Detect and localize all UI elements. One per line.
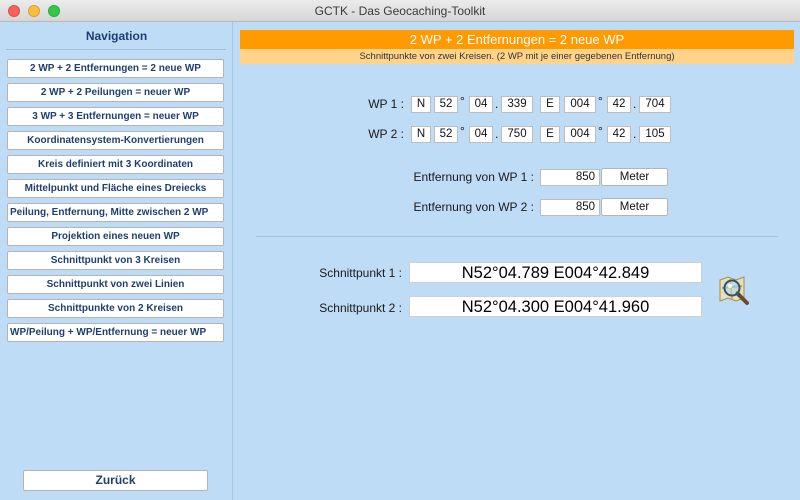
distance2-unit-button[interactable]: Meter	[601, 198, 668, 216]
wp2-label: WP 2 :	[368, 127, 404, 141]
decimal-dot: .	[495, 127, 499, 141]
wp2-ns-field[interactable]: N	[411, 126, 431, 143]
wp1-lat-deg-field[interactable]: 52	[434, 96, 458, 113]
degree-sign: °	[460, 94, 465, 108]
decimal-dot: .	[495, 97, 499, 111]
wp2-lon-dec-field[interactable]: 105	[639, 126, 671, 143]
wp1-ns-field[interactable]: N	[411, 96, 431, 113]
distance1-unit-button[interactable]: Meter	[601, 168, 668, 186]
main-panel: 2 WP + 2 Entfernungen = 2 neue WP Schnit…	[234, 22, 800, 500]
nav-item-peilung-entfernung-mitte[interactable]: Peilung, Entfernung, Mitte zwischen 2 WP	[7, 203, 224, 222]
nav-item-wp-peilung-wp-entfernung[interactable]: WP/Peilung + WP/Entfernung = neuer WP	[7, 323, 224, 342]
back-button[interactable]: Zurück	[23, 470, 208, 491]
tool-subtitle: Schnittpunkte von zwei Kreisen. (2 WP mi…	[240, 49, 794, 64]
navigation-divider	[6, 49, 226, 50]
nav-item-2wp-2-entfernungen[interactable]: 2 WP + 2 Entfernungen = 2 neue WP	[7, 59, 224, 78]
decimal-dot: .	[633, 97, 637, 111]
result1-label: Schnittpunkt 1 :	[319, 266, 402, 280]
navigation-title: Navigation	[85, 29, 148, 43]
nav-item-mittelpunkt-dreieck[interactable]: Mittelpunkt und Fläche eines Dreiecks	[7, 179, 224, 198]
wp1-lat-min-field[interactable]: 04	[469, 96, 493, 113]
distance2-label: Entfernung von WP 2 :	[413, 200, 534, 214]
distance1-field[interactable]: 850	[540, 169, 600, 186]
wp1-lon-deg-field[interactable]: 004	[564, 96, 596, 113]
wp2-lat-dec-field[interactable]: 750	[501, 126, 533, 143]
nav-item-kreis-3-koordinaten[interactable]: Kreis definiert mit 3 Koordinaten	[7, 155, 224, 174]
distance1-label: Entfernung von WP 1 :	[413, 170, 534, 184]
result2-value[interactable]: N52°04.300 E004°41.960	[409, 296, 702, 317]
wp1-lon-dec-field[interactable]: 704	[639, 96, 671, 113]
decimal-dot: .	[633, 127, 637, 141]
tool-title: 2 WP + 2 Entfernungen = 2 neue WP	[240, 30, 794, 49]
section-divider	[256, 236, 778, 237]
degree-sign: °	[460, 124, 465, 138]
degree-sign: °	[598, 94, 603, 108]
wp1-label: WP 1 :	[368, 97, 404, 111]
nav-item-koordinatensystem[interactable]: Koordinatensystem-Konvertierungen	[7, 131, 224, 150]
wp2-lat-min-field[interactable]: 04	[469, 126, 493, 143]
wp1-ew-field[interactable]: E	[540, 96, 560, 113]
nav-item-schnittpunkt-3-kreisen[interactable]: Schnittpunkt von 3 Kreisen	[7, 251, 224, 270]
nav-item-schnittpunkte-2-kreisen[interactable]: Schnittpunkte von 2 Kreisen	[7, 299, 224, 318]
window-title: GCTK - Das Geocaching-Toolkit	[314, 4, 486, 18]
wp1-lat-dec-field[interactable]: 339	[501, 96, 533, 113]
wp1-lon-min-field[interactable]: 42	[607, 96, 631, 113]
wp2-ew-field[interactable]: E	[540, 126, 560, 143]
wp2-lat-deg-field[interactable]: 52	[434, 126, 458, 143]
nav-item-3wp-3-entfernungen[interactable]: 3 WP + 3 Entfernungen = neuer WP	[7, 107, 224, 126]
nav-item-2wp-2-peilungen[interactable]: 2 WP + 2 Peilungen = neuer WP	[7, 83, 224, 102]
result1-value[interactable]: N52°04.789 E004°42.849	[409, 262, 702, 283]
nav-item-projektion[interactable]: Projektion eines neuen WP	[7, 227, 224, 246]
wp2-lon-min-field[interactable]: 42	[607, 126, 631, 143]
wp2-lon-deg-field[interactable]: 004	[564, 126, 596, 143]
map-magnifier-icon[interactable]	[718, 274, 752, 308]
distance2-field[interactable]: 850	[540, 199, 600, 216]
sidebar: Navigation 2 WP + 2 Entfernungen = 2 neu…	[0, 22, 233, 500]
nav-item-schnittpunkt-zwei-linien[interactable]: Schnittpunkt von zwei Linien	[7, 275, 224, 294]
degree-sign: °	[598, 124, 603, 138]
result2-label: Schnittpunkt 2 :	[319, 301, 402, 315]
title-bar: GCTK - Das Geocaching-Toolkit	[0, 0, 800, 22]
